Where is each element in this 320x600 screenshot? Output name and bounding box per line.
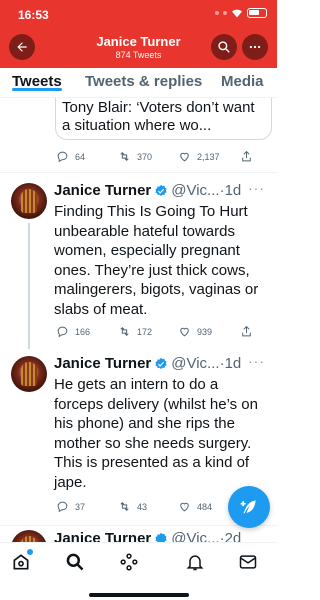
bell-icon [186,555,204,571]
author-handle: @Vic... [171,355,220,372]
retweet-button[interactable]: 370 [118,150,178,163]
avatar[interactable] [11,183,47,219]
reply-count: 166 [75,326,91,337]
search-button[interactable] [211,34,237,60]
tweet-text: He gets an intern to do a forceps delive… [54,376,258,491]
author-name[interactable]: Janice Turner [54,355,151,372]
tweet-more-button[interactable]: ··· [248,353,265,369]
reply-count: 64 [75,151,86,162]
tweet-time[interactable]: 1d [225,182,242,199]
profile-tabs: Tweets Tweets & replies Media [0,68,277,98]
quoted-tweet-card[interactable]: Tony Blair: ‘Voters don’t want a situati… [55,98,272,140]
nav-home[interactable] [10,549,33,573]
share-button[interactable] [240,325,253,338]
reply-button[interactable]: 64 [56,150,118,163]
verified-badge-icon [155,184,167,196]
nav-spaces[interactable] [118,551,140,573]
wifi-icon [232,9,242,18]
retweet-count: 370 [137,151,153,162]
status-icons [215,8,267,18]
signal-icon [215,11,219,15]
nav-notifications[interactable] [184,551,206,573]
author-handle: @Vic... [171,182,220,199]
verified-badge-icon [155,357,167,369]
retweet-icon [120,152,129,161]
retweet-count: 43 [137,501,148,512]
thread-line [28,223,30,349]
notification-dot [27,549,33,555]
retweet-button[interactable]: 172 [118,325,178,338]
search-icon [66,553,84,571]
share-button[interactable] [240,150,253,163]
retweet-icon [120,327,129,336]
share-icon [242,150,251,162]
author-name[interactable]: Janice Turner [54,182,151,199]
share-icon [242,325,251,337]
search-icon [218,41,230,53]
like-count: 939 [197,326,213,337]
tab-tweets-replies[interactable]: Tweets & replies [85,68,202,90]
tweet-actions: 166 172 939 [56,325,253,338]
tweet-text: Finding This Is Going To Hurt unbearable… [54,203,259,318]
tweet-item[interactable]: Janice Turner @Vic... · 1d ··· Finding T… [0,173,277,349]
tweet-time[interactable]: 1d [225,355,242,372]
compose-tweet-button[interactable] [228,486,270,528]
tweet-actions: 37 43 484 [56,500,240,513]
home-indicator [89,593,189,597]
like-count: 2,137 [197,151,220,162]
reply-icon [57,501,68,513]
reply-icon [57,151,68,163]
home-icon [13,554,29,570]
heart-icon [180,152,189,162]
tab-tweets[interactable]: Tweets [12,68,62,91]
compose-feather-icon [240,500,256,514]
like-button[interactable]: 939 [178,325,240,338]
more-icon [249,45,261,49]
quoted-tweet-text: Tony Blair: ‘Voters don’t want a situati… [62,99,255,134]
mail-icon [239,555,257,569]
nav-messages[interactable] [237,551,259,573]
heart-icon [180,502,189,512]
reply-button[interactable]: 37 [56,500,118,513]
reply-button[interactable]: 166 [56,325,118,338]
spaces-icon [120,553,138,571]
like-count: 484 [197,501,213,512]
tab-media[interactable]: Media [221,68,264,90]
heart-icon [180,327,189,337]
bottom-navigation [0,542,277,600]
signal-icon [223,11,227,15]
tweet-header: Janice Turner @Vic... · 1d [54,355,241,372]
retweet-icon [120,502,129,511]
tweet-actions: 64 370 2,137 [56,150,253,163]
avatar[interactable] [11,356,47,392]
nav-search[interactable] [64,551,86,573]
tweet-more-button[interactable]: ··· [248,180,265,196]
reply-icon [57,326,68,338]
retweet-count: 172 [137,326,153,337]
like-button[interactable]: 2,137 [178,150,240,163]
more-options-button[interactable] [242,34,268,60]
battery-icon [247,8,267,18]
status-time: 16:53 [18,8,49,22]
retweet-button[interactable]: 43 [118,500,178,513]
profile-header: 16:53 Janice Turner 874 Tweets [0,0,277,68]
reply-count: 37 [75,501,86,512]
tweet-header: Janice Turner @Vic... · 1d [54,182,241,199]
